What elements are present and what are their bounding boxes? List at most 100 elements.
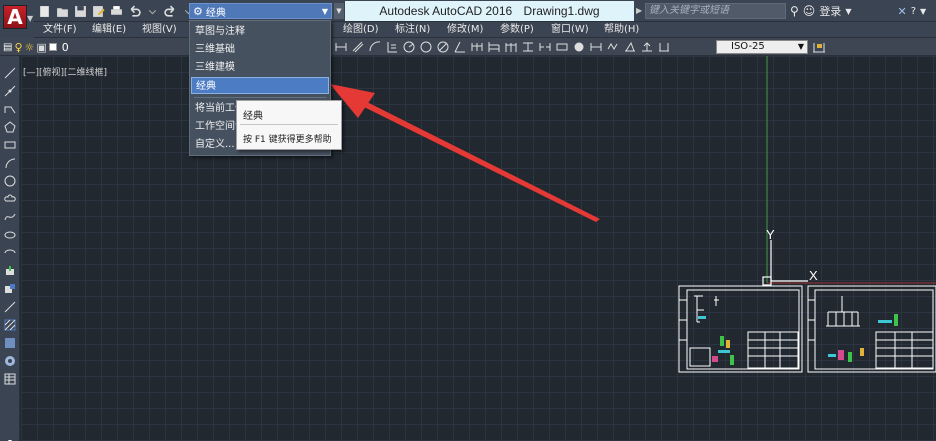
polyline-icon[interactable] <box>3 102 17 116</box>
viewport-controls-label[interactable]: [—][俯视][二维线框] <box>23 65 107 78</box>
layer-color-swatch[interactable] <box>48 43 57 51</box>
spline-icon[interactable] <box>3 210 17 224</box>
chevron-down-icon: ▼ <box>27 14 34 23</box>
workspace-option-3d-modeling[interactable]: 三维建模 <box>191 59 329 76</box>
autocad-window: [—][俯视][二维线框] Y X ⚙ 经典 ▼ ▼ Autodesk Auto… <box>0 0 936 441</box>
radius-icon[interactable] <box>401 40 416 54</box>
qat-customize-button[interactable]: ▼ <box>334 3 344 19</box>
dimspace-icon[interactable] <box>520 40 535 54</box>
ordinate-icon[interactable] <box>384 40 399 54</box>
search-input[interactable]: 键入关键字或短语 <box>645 3 786 19</box>
line-icon[interactable] <box>3 66 17 80</box>
autocad-logo-icon: A <box>3 5 27 29</box>
layer-properties-icon[interactable]: ▤ <box>3 42 12 53</box>
workspace-option-drafting[interactable]: 草图与注释 <box>191 23 329 40</box>
document-name: Drawing1.dwg <box>523 4 600 18</box>
dimension-toolbar <box>333 40 671 54</box>
print-icon[interactable] <box>108 3 124 19</box>
tolerance-icon[interactable] <box>554 40 569 54</box>
application-menu-button[interactable]: A ▼ <box>0 0 34 38</box>
menu-view[interactable]: 视图(V) <box>142 22 177 38</box>
ellipse-icon[interactable] <box>3 228 17 242</box>
lightbulb-icon[interactable]: ♀ <box>14 41 22 54</box>
menu-modify[interactable]: 修改(M) <box>447 22 483 38</box>
new-icon[interactable] <box>36 3 52 19</box>
polygon-icon[interactable] <box>3 120 17 134</box>
point-icon[interactable] <box>3 300 17 314</box>
window-title: Autodesk AutoCAD 2016 Drawing1.dwg <box>345 1 634 21</box>
toolbar-row: ▤ ♀ ☼ ▣ 0 ISO-25 ▼ <box>0 38 936 56</box>
undo-icon[interactable] <box>126 3 142 19</box>
insert-block-icon[interactable] <box>3 264 17 278</box>
hatch-icon[interactable] <box>3 318 17 332</box>
gear-icon: ⚙ <box>193 4 203 18</box>
layer-control[interactable]: ▤ ♀ ☼ ▣ 0 <box>3 39 188 55</box>
jogged-icon[interactable] <box>418 40 433 54</box>
linear-dimension-icon[interactable] <box>333 40 348 54</box>
center-mark-icon[interactable] <box>571 40 586 54</box>
menu-edit[interactable]: 编辑(E) <box>92 22 126 38</box>
dimension-style-value: ISO-25 <box>731 41 765 52</box>
dimbreak-icon[interactable] <box>537 40 552 54</box>
binoculars-icon[interactable]: ⚲ <box>790 4 799 18</box>
chevron-down-icon: ▼ <box>797 42 804 51</box>
workspace-select[interactable]: ⚙ 经典 ▼ <box>189 3 332 19</box>
make-block-icon[interactable] <box>3 282 17 296</box>
sun-icon[interactable]: ☼ <box>25 41 35 54</box>
dimension-style-manager-icon[interactable] <box>812 40 826 54</box>
tooltip-title: 经典 <box>243 111 263 122</box>
save-as-icon[interactable] <box>90 3 106 19</box>
app-name: Autodesk AutoCAD 2016 <box>379 4 513 18</box>
table-icon[interactable] <box>3 372 17 386</box>
save-icon[interactable] <box>72 3 88 19</box>
workspace-option-3d-basics[interactable]: 三维基础 <box>191 41 329 58</box>
arc-icon[interactable] <box>3 156 17 170</box>
menu-file[interactable]: 文件(F) <box>43 22 77 38</box>
open-icon[interactable] <box>54 3 70 19</box>
title-bar: ⚙ 经典 ▼ ▼ Autodesk AutoCAD 2016 Drawing1.… <box>0 0 936 22</box>
help-icon[interactable]: ? <box>911 6 916 17</box>
inspection-icon[interactable] <box>588 40 603 54</box>
tooltip-divider <box>240 124 338 125</box>
circle-icon[interactable] <box>3 174 17 188</box>
dim-update-icon[interactable] <box>656 40 671 54</box>
chevron-down-icon: ▼ <box>321 6 328 16</box>
exchange-icon[interactable]: ✕ <box>897 5 906 18</box>
draw-toolbar: A <box>0 56 20 441</box>
construction-line-icon[interactable] <box>3 84 17 98</box>
dimtedit-icon[interactable] <box>639 40 654 54</box>
gradient-icon[interactable] <box>3 336 17 350</box>
chevron-down-icon[interactable]: ▼ <box>920 7 926 16</box>
menu-help[interactable]: 帮助(H) <box>604 22 639 38</box>
jogged-linear-icon[interactable] <box>605 40 620 54</box>
menu-window[interactable]: 窗口(W) <box>551 22 589 38</box>
baseline-icon[interactable] <box>486 40 501 54</box>
account-area: ⚲ ☺ 登录 ▼ ✕ ? ▼ <box>790 3 926 19</box>
lock-icon[interactable]: ▣ <box>36 41 46 54</box>
dimension-style-select[interactable]: ISO-25 ▼ <box>716 40 808 54</box>
user-icon[interactable]: ☺ <box>803 4 816 18</box>
menu-dimension[interactable]: 标注(N) <box>395 22 430 38</box>
revision-cloud-icon[interactable] <box>3 192 17 206</box>
drawing-canvas[interactable] <box>21 56 936 441</box>
aligned-dimension-icon[interactable] <box>350 40 365 54</box>
search-expand-icon[interactable]: ▶ <box>636 6 642 15</box>
undo-dropdown-icon[interactable] <box>144 3 160 19</box>
tooltip-help-text: 按 F1 键获得更多帮助 <box>243 135 332 145</box>
ellipse-arc-icon[interactable] <box>3 246 17 260</box>
quick-access-toolbar <box>36 3 196 19</box>
chevron-down-icon[interactable]: ▼ <box>845 7 851 16</box>
menu-parametric[interactable]: 参数(P) <box>500 22 534 38</box>
region-icon[interactable] <box>3 354 17 368</box>
menu-draw[interactable]: 绘图(D) <box>343 22 379 38</box>
workspace-option-classic[interactable]: 经典 <box>191 77 329 94</box>
arc-length-icon[interactable] <box>367 40 382 54</box>
diameter-icon[interactable] <box>435 40 450 54</box>
login-button[interactable]: 登录 <box>819 3 841 19</box>
dimedit-icon[interactable] <box>622 40 637 54</box>
quick-dimension-icon[interactable] <box>469 40 484 54</box>
rectangle-icon[interactable] <box>3 138 17 152</box>
angular-icon[interactable] <box>452 40 467 54</box>
redo-icon[interactable] <box>162 3 178 19</box>
continue-icon[interactable] <box>503 40 518 54</box>
